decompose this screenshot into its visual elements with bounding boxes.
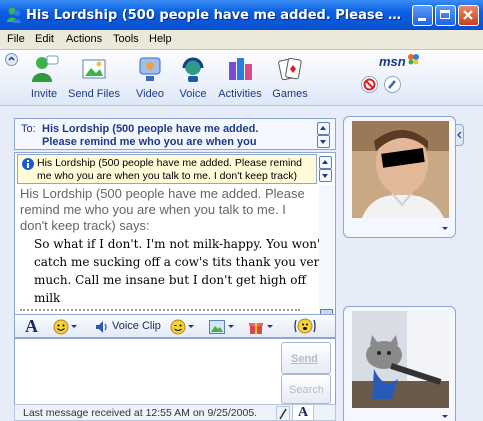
menu-help[interactable]: Help [149,33,172,45]
handwriting-tab[interactable] [276,406,290,421]
background-image-icon[interactable] [209,320,225,334]
voice-button[interactable]: Voice [175,54,211,102]
toolbar: Invite Send Files Video Voice Activities… [0,50,483,106]
to-recipient-line1: His Lordship (500 people have me added. [42,123,259,135]
my-picture-dropdown-icon[interactable] [442,415,448,418]
to-bar: To: His Lordship (500 people have me add… [14,118,336,150]
activities-icon [229,58,252,80]
font-button[interactable]: A [25,316,38,337]
info-scroll-up-button[interactable] [319,156,332,169]
speaker-icon [96,321,107,333]
format-toolbar: A Voice Clip [14,314,336,338]
send-files-icon [82,59,106,79]
conversation-scrollbar[interactable] [319,185,334,315]
background-button[interactable] [384,76,401,93]
menu-tools[interactable]: Tools [113,33,139,45]
conversation-panel: His Lordship (500 people have me added. … [14,152,336,316]
voice-label: Voice [179,88,207,100]
pen-icon [279,408,287,420]
to-recipient-line2: Please remind me who you are when you [42,136,257,148]
send-files-label: Send Files [68,88,120,100]
msn-buddy-icon [7,7,21,23]
contact-picture-dropdown-icon[interactable] [442,227,448,230]
send-label: Send [291,353,318,365]
chevron-left-icon [457,131,462,139]
chevron-up-icon [8,56,15,61]
menu-actions[interactable]: Actions [66,33,102,45]
block-icon [363,78,376,91]
invite-button[interactable]: Invite [24,54,64,102]
invite-icon [32,55,59,82]
to-label: To: [21,123,36,135]
activities-button[interactable]: Activities [216,54,264,102]
contact-info-bar: His Lordship (500 people have me added. … [17,154,317,184]
menu-edit[interactable]: Edit [35,33,54,45]
block-button[interactable] [361,76,378,93]
menu-file[interactable]: File [7,33,25,45]
chat-window: His Lordship (500 people have me added. … [0,0,483,421]
nudge-button[interactable] [293,317,317,335]
my-display-picture[interactable] [352,311,449,408]
video-label: Video [136,88,164,100]
wink-icon[interactable] [170,319,186,335]
my-display-picture-frame [343,306,456,421]
search-button[interactable]: Search [281,374,331,404]
send-button[interactable]: Send [281,342,331,374]
main-area: To: His Lordship (500 people have me add… [0,106,483,421]
games-label: Games [272,88,308,100]
minimize-button[interactable] [412,5,433,26]
webcam-icon [139,57,161,81]
voice-clip-button[interactable]: Voice Clip [112,320,161,332]
info-scroll-down-button[interactable] [319,169,332,182]
contact-display-picture[interactable] [352,121,449,218]
toolbar-collapse-button[interactable] [5,53,18,66]
to-scroll-down-button[interactable] [317,135,330,148]
sender-line-1: His Lordship (500 people have me added. … [20,186,305,201]
background-dropdown-icon[interactable] [228,325,234,328]
window-title: His Lordship (500 people have me added. … [26,8,406,23]
to-scroll-up-button[interactable] [317,122,330,135]
close-icon [463,10,473,20]
paint-brush-icon [388,80,396,89]
title-bar[interactable]: His Lordship (500 people have me added. … [0,0,483,30]
status-text: Last message received at 12:55 AM on 9/2… [23,407,258,419]
butterfly-logo-icon [408,54,419,65]
message-line-2: catch me sucking off a cow's tits thank … [34,255,327,269]
gift-dropdown-icon[interactable] [267,325,273,328]
emoticon-dropdown-icon[interactable] [71,325,77,328]
headset-icon [182,57,204,82]
msn-logo: msn [379,54,406,69]
sender-line-3: don't keep track) says: [20,218,150,233]
message-line-1: So what if I don't. I'm not milk-happy. … [34,237,326,251]
message-line-4: milk [34,291,61,305]
close-button[interactable] [458,5,479,26]
typing-tab[interactable]: A [292,404,314,421]
side-collapse-tab[interactable] [456,124,464,146]
info-icon [22,158,34,170]
message-line-3: much. Call me insane but I don't get hig… [34,273,306,287]
maximize-button[interactable] [435,5,456,26]
games-button[interactable]: Games [270,54,310,102]
contact-display-picture-frame [343,116,456,238]
typing-tab-glyph: A [298,405,309,420]
sender-line-2: remind me who you are when you talk to m… [20,202,286,217]
playing-cards-icon [278,57,302,81]
info-line2: me who you are when you talk to me. I do… [37,170,297,182]
video-button[interactable]: Video [130,54,170,102]
info-line1: His Lordship (500 people have me added. … [37,157,302,169]
gift-icon[interactable] [248,319,264,335]
search-label: Search [289,384,324,396]
activities-label: Activities [218,88,262,100]
menu-bar: File Edit Actions Tools Help [0,30,483,50]
send-files-button[interactable]: Send Files [66,54,122,102]
wink-dropdown-icon[interactable] [188,325,194,328]
nudge-icon [294,318,316,334]
emoticon-icon[interactable] [53,319,69,335]
invite-label: Invite [30,88,58,100]
